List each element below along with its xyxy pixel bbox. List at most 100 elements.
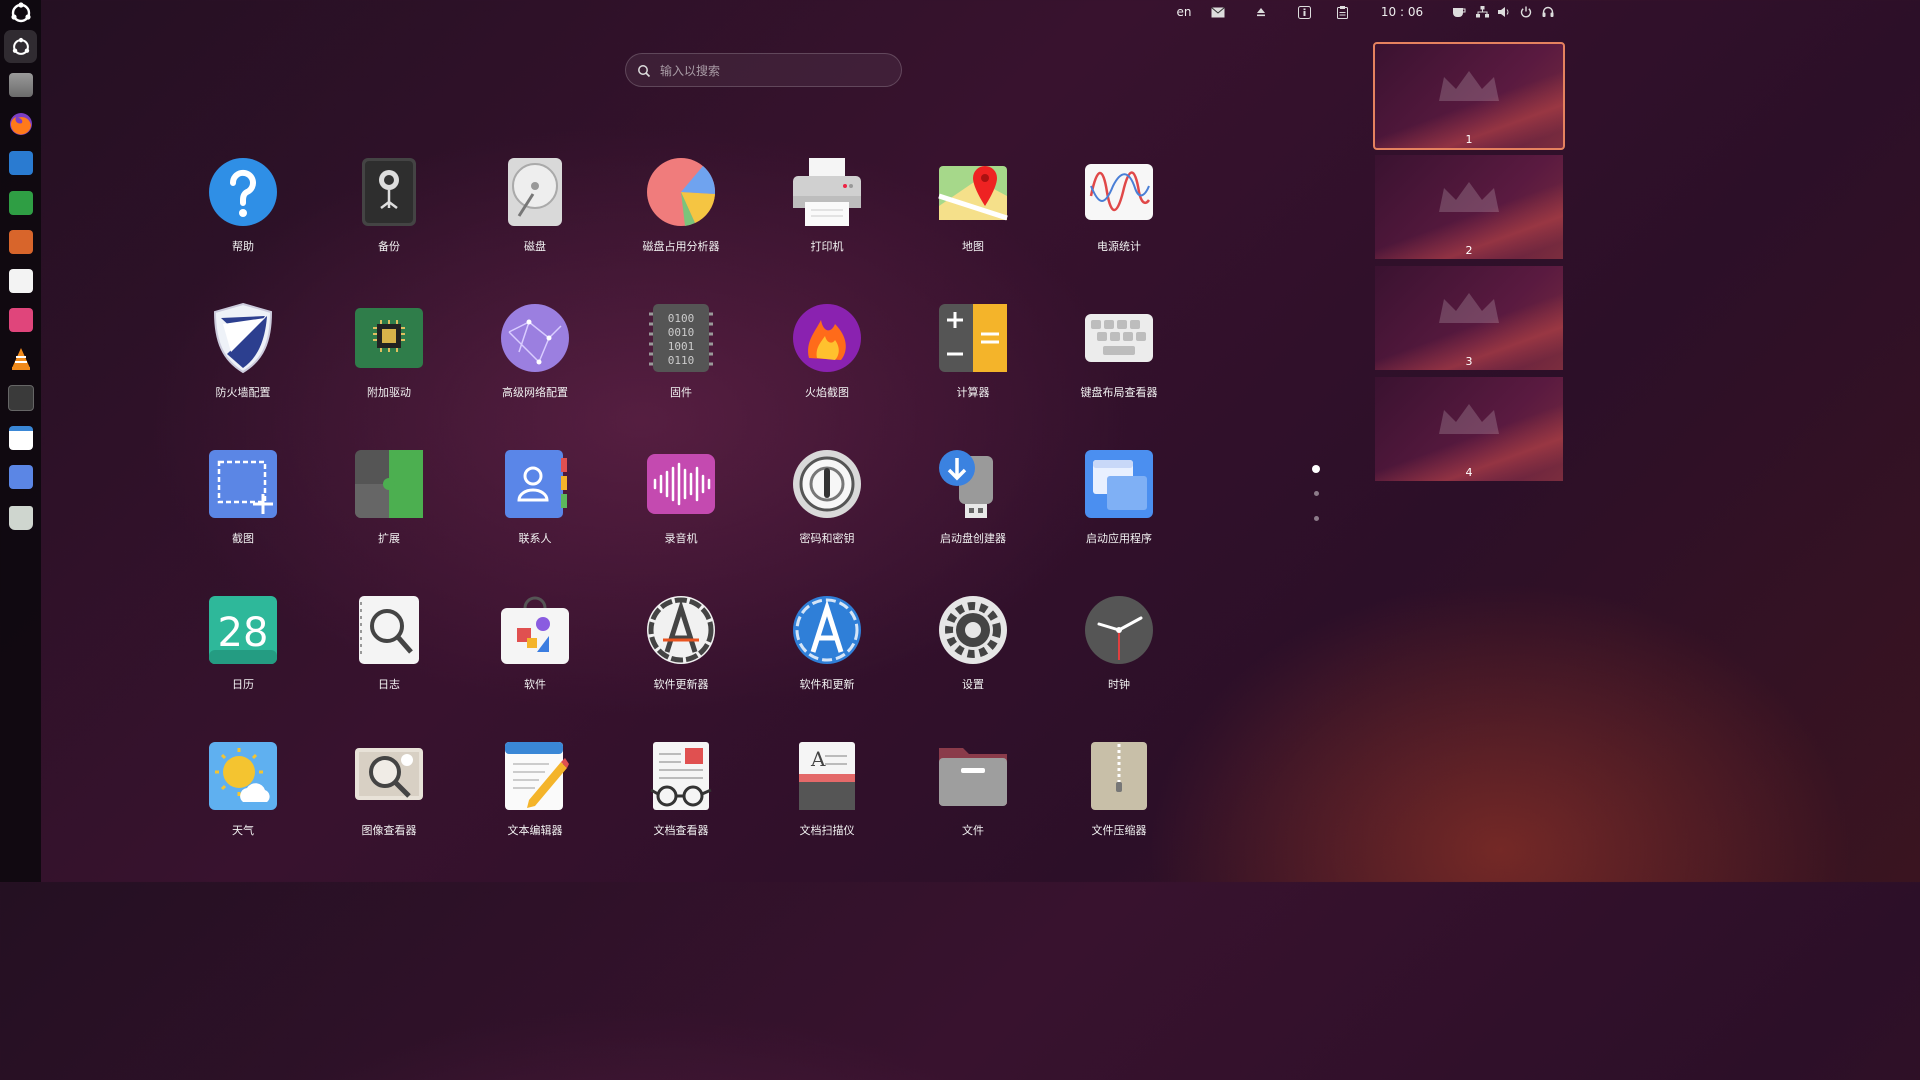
app-settings[interactable]: 设置 <box>900 588 1046 728</box>
app-file-roller[interactable]: 文件压缩器 <box>1046 734 1192 874</box>
clock[interactable]: 10 : 06 <box>1377 4 1427 20</box>
svg-text:0010: 0010 <box>668 326 695 339</box>
sound-recorder-icon <box>647 454 715 514</box>
app-software[interactable]: 软件 <box>462 588 608 728</box>
svg-text:0110: 0110 <box>668 354 695 367</box>
page-dot-2[interactable] <box>1314 491 1319 496</box>
network-icon[interactable] <box>1474 4 1490 20</box>
app-software-updates[interactable]: 软件和更新 <box>754 588 900 728</box>
eject-icon[interactable] <box>1254 4 1268 20</box>
workspace-thumbnail-3[interactable]: 3 <box>1375 266 1563 370</box>
show-apps-icon[interactable] <box>4 30 37 63</box>
app-printers[interactable]: 打印机 <box>754 150 900 290</box>
svg-text:A: A <box>810 747 826 771</box>
app-logs[interactable]: 日志 <box>316 588 462 728</box>
power-icon[interactable] <box>1518 4 1534 20</box>
app-calculator[interactable]: 计算器 <box>900 296 1046 436</box>
search-bar[interactable] <box>625 53 902 88</box>
workspace-thumbnail-2[interactable]: 2 <box>1375 155 1563 259</box>
additional-drivers-icon <box>355 308 423 368</box>
app-sound-recorder[interactable]: 录音机 <box>608 442 754 582</box>
crown-watermark-icon <box>1439 70 1499 101</box>
app-network-config[interactable]: 高级网络配置 <box>462 296 608 436</box>
page-dot-3[interactable] <box>1314 516 1319 521</box>
app-document-viewer[interactable]: 文档查看器 <box>608 734 754 874</box>
files-dock-icon[interactable] <box>4 68 37 101</box>
app-calendar[interactable]: 28 日历 <box>170 588 316 728</box>
headset-icon[interactable] <box>1540 4 1556 20</box>
language-indicator[interactable]: en <box>1174 4 1194 20</box>
app-power-statistics[interactable]: 电源统计 <box>1046 150 1192 290</box>
app-startup-disk-creator[interactable]: 启动盘创建器 <box>900 442 1046 582</box>
app-firmware[interactable]: 0100 0010 1001 0110 固件 <box>608 296 754 436</box>
app-contacts[interactable]: 联系人 <box>462 442 608 582</box>
software-updater-icon <box>647 596 715 664</box>
app-files[interactable]: 文件 <box>900 734 1046 874</box>
libreoffice-calc-icon[interactable] <box>4 186 37 219</box>
libreoffice-impress-icon[interactable] <box>4 225 37 258</box>
terminal-icon[interactable] <box>4 381 37 414</box>
svg-text:0100: 0100 <box>668 312 695 325</box>
software-icon <box>501 596 569 664</box>
files-icon <box>939 748 1007 806</box>
crown-watermark-icon <box>1439 292 1499 323</box>
clipboard-icon[interactable] <box>1335 4 1349 20</box>
workspace-thumbnail-4[interactable]: 4 <box>1375 377 1563 481</box>
settings-icon <box>939 596 1007 664</box>
network-config-icon <box>501 304 569 372</box>
app-weather[interactable]: 天气 <box>170 734 316 874</box>
download-app-icon[interactable] <box>4 303 37 336</box>
app-clocks[interactable]: 时钟 <box>1046 588 1192 728</box>
maps-icon <box>938 166 1008 221</box>
help-icon <box>209 158 277 226</box>
app-help[interactable]: 帮助 <box>170 150 316 290</box>
dock <box>0 0 41 882</box>
calendar-icon: 28 <box>209 596 277 664</box>
app-keyboard-layout[interactable]: 键盘布局查看器 <box>1046 296 1192 436</box>
ubuntu-logo-icon[interactable] <box>4 0 37 29</box>
startup-applications-icon <box>1085 450 1153 518</box>
calculator-icon <box>939 304 1007 372</box>
firewall-icon <box>213 302 273 374</box>
vlc-icon[interactable] <box>4 342 37 375</box>
app-startup-applications[interactable]: 启动应用程序 <box>1046 442 1192 582</box>
app-disk-usage-analyzer[interactable]: 磁盘占用分析器 <box>608 150 754 290</box>
info-icon[interactable] <box>1297 4 1311 20</box>
app-image-viewer[interactable]: 图像查看器 <box>316 734 462 874</box>
firefox-icon[interactable] <box>4 107 37 140</box>
document-viewer-icon <box>650 742 712 810</box>
text-editor-icon <box>505 742 569 810</box>
app-flameshot[interactable]: 火焰截图 <box>754 296 900 436</box>
screenshot-icon <box>209 450 277 518</box>
app-firewall[interactable]: 防火墙配置 <box>170 296 316 436</box>
app-screenshot[interactable]: 截图 <box>170 442 316 582</box>
search-input[interactable] <box>658 54 892 88</box>
app-passwords-keys[interactable]: 密码和密钥 <box>754 442 900 582</box>
svg-text:28: 28 <box>218 610 269 656</box>
app-software-updater[interactable]: 软件更新器 <box>608 588 754 728</box>
workspace-thumbnail-1[interactable]: 1 <box>1373 42 1565 150</box>
text-editor-dock-icon[interactable] <box>4 421 37 454</box>
mail-icon[interactable] <box>1210 4 1226 20</box>
app-maps[interactable]: 地图 <box>900 150 1046 290</box>
clocks-icon <box>1085 596 1153 664</box>
app-backup[interactable]: 备份 <box>316 150 462 290</box>
search-icon <box>638 65 651 78</box>
screenshot-dock-icon[interactable] <box>4 460 37 493</box>
trash-icon[interactable] <box>4 501 37 534</box>
page-dot-1[interactable] <box>1312 465 1320 473</box>
flameshot-icon <box>793 304 861 372</box>
app-extensions[interactable]: 扩展 <box>316 442 462 582</box>
app-document-scanner[interactable]: A 文档扫描仪 <box>754 734 900 874</box>
libreoffice-writer-icon[interactable] <box>4 146 37 179</box>
coffee-icon[interactable] <box>1451 4 1467 20</box>
app-text-editor[interactable]: 文本编辑器 <box>462 734 608 874</box>
disk-usage-analyzer-icon <box>647 158 716 226</box>
printer-icon <box>793 158 861 226</box>
volume-icon[interactable] <box>1496 4 1512 20</box>
contacts-icon <box>505 450 567 518</box>
app-additional-drivers[interactable]: 附加驱动 <box>316 296 462 436</box>
software-dock-icon[interactable] <box>4 264 37 297</box>
keyboard-layout-icon <box>1085 314 1153 362</box>
app-disks[interactable]: 磁盘 <box>462 150 608 290</box>
